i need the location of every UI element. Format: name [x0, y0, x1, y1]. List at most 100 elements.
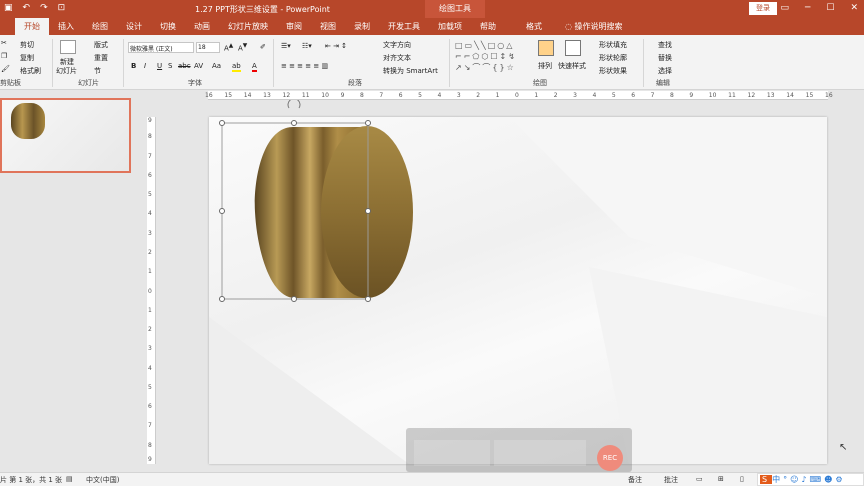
copy-button[interactable]: 复制: [20, 53, 34, 63]
notes-button[interactable]: 备注: [628, 475, 642, 485]
ribbon-display-icon[interactable]: ▭: [780, 3, 789, 13]
ruler-tick-label: 1: [148, 306, 152, 314]
login-button[interactable]: 登录: [749, 2, 777, 15]
clear-format-icon[interactable]: ✐: [260, 43, 266, 51]
redo-icon[interactable]: ↷: [40, 3, 48, 13]
tab-format[interactable]: 格式: [517, 18, 551, 35]
ruler-tick-label: 1: [534, 92, 539, 99]
maximize-icon[interactable]: ☐: [826, 3, 834, 13]
ruler-tick-label: 16: [205, 92, 213, 99]
grow-font-icon[interactable]: A▲: [224, 43, 233, 52]
spell-check-icon[interactable]: ▤: [66, 475, 73, 483]
close-icon[interactable]: ✕: [850, 3, 858, 13]
normal-view-icon[interactable]: ▭: [696, 475, 703, 483]
select-button[interactable]: 选择: [658, 66, 672, 76]
ruler-tick-label: 9: [689, 92, 694, 99]
copy-icon[interactable]: ❐: [1, 52, 7, 60]
ruler-tick-label: 8: [148, 441, 152, 449]
cut-button[interactable]: 剪切: [20, 40, 34, 50]
record-button[interactable]: REC: [597, 445, 623, 471]
text-direction-button[interactable]: 文字方向: [383, 40, 411, 50]
resize-handle-se[interactable]: [365, 296, 371, 302]
resize-handle-n[interactable]: [291, 120, 297, 126]
section-button[interactable]: 节: [94, 66, 101, 76]
cut-icon[interactable]: ✂: [1, 39, 7, 47]
strikethrough-button[interactable]: abc: [178, 62, 191, 70]
ruler-tick-label: 5: [418, 92, 422, 99]
resize-handle-nw[interactable]: [219, 120, 225, 126]
minimize-icon[interactable]: ─: [805, 3, 810, 13]
slide-thumbnail[interactable]: [0, 98, 131, 173]
highlight-button[interactable]: ab: [232, 62, 241, 72]
reset-button[interactable]: 重置: [94, 53, 108, 63]
tab-developer[interactable]: 开发工具: [379, 18, 429, 35]
ruler-tick-label: 15: [805, 92, 814, 99]
indent-icons[interactable]: ⇤ ⇥ ↕: [325, 42, 347, 50]
replace-button[interactable]: 替换: [658, 53, 672, 63]
tab-transitions[interactable]: 切换: [151, 18, 185, 35]
tab-help[interactable]: 帮助: [471, 18, 505, 35]
new-slide-button-line2[interactable]: 幻灯片: [56, 66, 77, 76]
align-text-button[interactable]: 对齐文本: [383, 53, 411, 63]
italic-button[interactable]: I: [144, 62, 146, 70]
resize-handle-s[interactable]: [291, 296, 297, 302]
shape-outline-button[interactable]: 形状轮廓: [599, 53, 627, 63]
reading-view-icon[interactable]: ▯: [740, 475, 744, 483]
undo-icon[interactable]: ↶: [23, 3, 31, 13]
quick-styles-button[interactable]: 快速样式: [558, 61, 586, 71]
font-color-button[interactable]: A: [252, 62, 257, 72]
shadow-button[interactable]: S: [168, 62, 172, 70]
resize-handle-ne[interactable]: [365, 120, 371, 126]
tab-insert[interactable]: 插入: [49, 18, 83, 35]
smartart-button[interactable]: 转换为 SmartArt: [383, 66, 438, 76]
tab-animations[interactable]: 动画: [185, 18, 219, 35]
comments-button[interactable]: 批注: [664, 475, 678, 485]
tab-record[interactable]: 录制: [345, 18, 379, 35]
format-painter-button[interactable]: 格式刷: [20, 66, 41, 76]
new-slide-icon[interactable]: [60, 40, 76, 54]
tab-draw[interactable]: 绘图: [83, 18, 117, 35]
ruler-tick-label: 10: [321, 92, 329, 99]
tab-design[interactable]: 设计: [117, 18, 151, 35]
arrange-icon[interactable]: [538, 40, 554, 56]
resize-handle-sw[interactable]: [219, 296, 225, 302]
shrink-font-icon[interactable]: A▼: [238, 43, 247, 52]
bold-button[interactable]: B: [131, 62, 136, 70]
format-painter-icon[interactable]: 🖌: [1, 65, 10, 73]
tab-home[interactable]: 开始: [15, 18, 49, 35]
tell-me-label: 操作说明搜索: [574, 22, 623, 31]
arrange-button[interactable]: 排列: [538, 61, 552, 71]
save-icon[interactable]: ▣: [4, 3, 13, 13]
ruler-tick-label: 3: [148, 229, 152, 237]
slide-sorter-icon[interactable]: ⊞: [718, 475, 724, 483]
layout-button[interactable]: 版式: [94, 40, 108, 50]
ime-toolbar[interactable]: S 中°☺♪⌨☻⚙: [757, 473, 864, 486]
tell-me-search[interactable]: ◌ 操作说明搜索: [565, 18, 623, 35]
tab-review[interactable]: 审阅: [277, 18, 311, 35]
find-button[interactable]: 查找: [658, 40, 672, 50]
resize-handle-w[interactable]: [219, 208, 225, 214]
tab-addins[interactable]: 加载项: [429, 18, 471, 35]
shapes-gallery[interactable]: □▭╲╲□○△ ⌐⌐⬠⬡☐↕↯ ↗↘⌒⌒{}☆: [455, 40, 529, 76]
start-from-beginning-icon[interactable]: ⊡: [58, 3, 66, 13]
numbering-icon[interactable]: ☷▾: [302, 42, 312, 50]
char-spacing-button[interactable]: AV: [194, 62, 203, 70]
title-bar: ▣ ↶ ↷ ⊡ 1.27 PPT形状三维设置 - PowerPoint 绘图工具…: [0, 0, 864, 18]
ribbon: ✂ 剪切 ❐ 复制 🖌 格式刷 剪贴板 新建 幻灯片 版式 重置 节 幻灯片 微…: [0, 35, 864, 90]
underline-button[interactable]: U: [157, 62, 162, 70]
tab-view[interactable]: 视图: [311, 18, 345, 35]
language-status[interactable]: 中文(中国): [86, 475, 119, 485]
ruler-tick-label: 15: [224, 92, 233, 99]
tab-slideshow[interactable]: 幻灯片放映: [219, 18, 277, 35]
shape-effects-button[interactable]: 形状效果: [599, 66, 627, 76]
bullets-icon[interactable]: ☰▾: [281, 42, 291, 50]
change-case-button[interactable]: Aa: [212, 62, 221, 70]
rotate-handle-icon[interactable]: [287, 100, 301, 109]
ruler-tick-label: 5: [148, 383, 152, 391]
ruler-tick-label: 5: [148, 191, 152, 199]
align-icons[interactable]: ≡ ≡ ≡ ≡ ≡ ▥: [281, 62, 328, 70]
cylinder-shape[interactable]: [215, 100, 425, 310]
shape-fill-button[interactable]: 形状填充: [599, 40, 627, 50]
separator: [123, 39, 124, 87]
quick-styles-icon[interactable]: [565, 40, 581, 56]
